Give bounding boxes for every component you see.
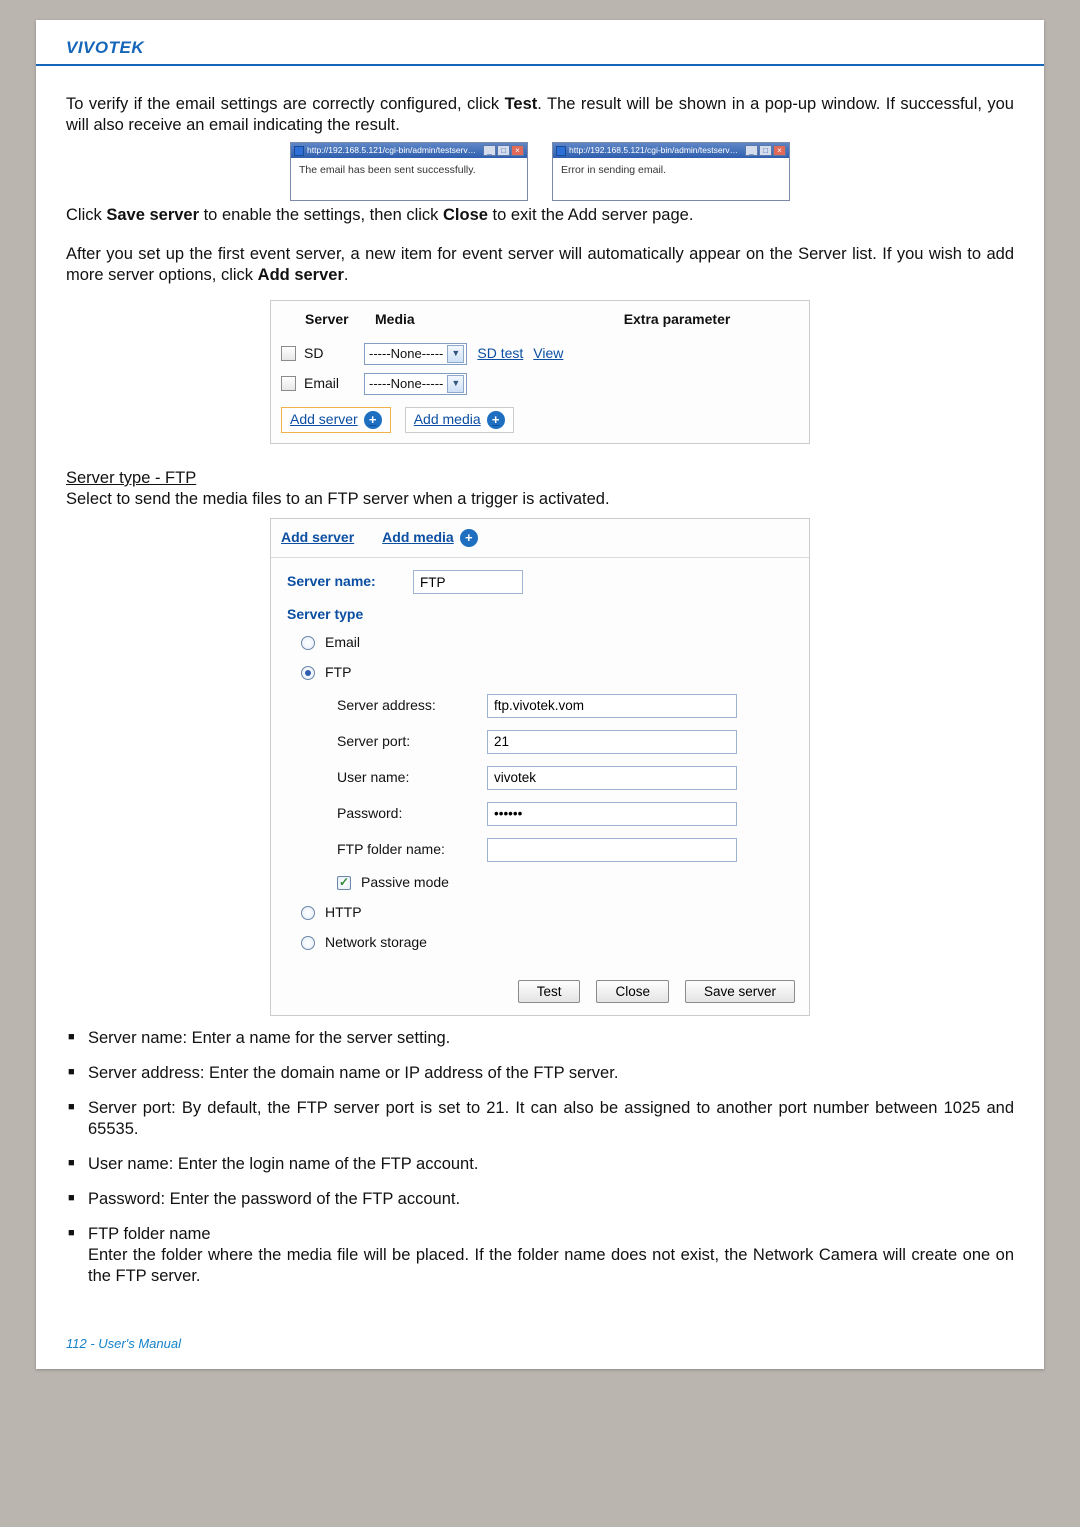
plus-icon: + — [487, 411, 505, 429]
server-name-input[interactable] — [413, 570, 523, 594]
table-header: Server Media Extra parameter — [271, 301, 809, 339]
window-buttons: _ □ × — [483, 145, 524, 156]
plus-icon: + — [460, 529, 478, 547]
sd-test-link[interactable]: SD test — [477, 345, 523, 363]
option-network-storage[interactable]: Network storage — [301, 934, 793, 952]
close-icon[interactable]: × — [773, 145, 786, 156]
add-media-button[interactable]: Add media + — [405, 407, 514, 433]
popup-titlebar: http://192.168.5.121/cgi-bin/admin/tests… — [553, 143, 789, 158]
page-header: VIVOTEK — [36, 20, 1044, 66]
window-buttons: _ □ × — [745, 145, 786, 156]
intro-paragraph: To verify if the email settings are corr… — [66, 94, 1014, 136]
col-media: Media — [375, 311, 555, 329]
ie-icon — [294, 146, 304, 156]
save-server-button[interactable]: Save server — [685, 980, 795, 1003]
server-type-label: Server type — [287, 606, 793, 624]
radio-icon — [301, 936, 315, 950]
option-ftp[interactable]: FTP — [301, 664, 793, 682]
document-page: VIVOTEK To verify if the email settings … — [36, 20, 1044, 1369]
brand-logo: VIVOTEK — [66, 38, 144, 57]
passive-mode-checkbox[interactable] — [337, 876, 351, 890]
test-keyword: Test — [505, 95, 538, 113]
server-port-label: Server port: — [287, 733, 487, 751]
minimize-icon[interactable]: _ — [745, 145, 758, 156]
maximize-icon[interactable]: □ — [497, 145, 510, 156]
list-item: Password: Enter the password of the FTP … — [66, 1189, 1014, 1210]
sd-checkbox[interactable] — [281, 346, 296, 361]
maximize-icon[interactable]: □ — [759, 145, 772, 156]
table-row: Email -----None----- ▼ — [271, 369, 809, 399]
view-link[interactable]: View — [533, 345, 563, 363]
user-name-input[interactable] — [487, 766, 737, 790]
popup-success: http://192.168.5.121/cgi-bin/admin/tests… — [290, 142, 528, 200]
password-input[interactable] — [487, 802, 737, 826]
col-server: Server — [305, 311, 375, 329]
server-list-figure: Server Media Extra parameter SD -----Non… — [270, 300, 810, 444]
server-port-input[interactable] — [487, 730, 737, 754]
ftp-config-figure: Add server Add media + Server name: Serv… — [270, 518, 810, 1015]
chevron-down-icon: ▼ — [447, 345, 464, 363]
page-content: To verify if the email settings are corr… — [36, 66, 1044, 1308]
ftp-field-descriptions: Server name: Enter a name for the server… — [66, 1028, 1014, 1288]
list-item: Server port: By default, the FTP server … — [66, 1098, 1014, 1140]
password-label: Password: — [287, 805, 487, 823]
radio-icon — [301, 906, 315, 920]
close-button[interactable]: Close — [596, 980, 669, 1003]
popup-url: http://192.168.5.121/cgi-bin/admin/tests… — [569, 145, 742, 156]
ftp-tabs: Add server Add media + — [271, 519, 809, 558]
row-label: SD — [304, 345, 364, 363]
minimize-icon[interactable]: _ — [483, 145, 496, 156]
radio-icon — [301, 666, 315, 680]
add-server-tab[interactable]: Add server — [281, 529, 354, 547]
server-address-input[interactable] — [487, 694, 737, 718]
option-email[interactable]: Email — [301, 634, 793, 652]
list-item: User name: Enter the login name of the F… — [66, 1154, 1014, 1175]
save-close-paragraph: Click Save server to enable the settings… — [66, 205, 1014, 226]
row-label: Email — [304, 375, 364, 393]
radio-icon — [301, 636, 315, 650]
passive-mode-label: Passive mode — [361, 874, 449, 892]
ftp-folder-label: FTP folder name: — [287, 841, 487, 859]
table-row: SD -----None----- ▼ SD test View — [271, 339, 809, 369]
email-checkbox[interactable] — [281, 376, 296, 391]
option-http[interactable]: HTTP — [301, 904, 793, 922]
list-item: Server address: Enter the domain name or… — [66, 1063, 1014, 1084]
test-button[interactable]: Test — [518, 980, 581, 1003]
server-name-label: Server name: — [287, 573, 413, 591]
ftp-description: Select to send the media files to an FTP… — [66, 489, 1014, 510]
col-extra: Extra parameter — [555, 311, 799, 329]
user-name-label: User name: — [287, 769, 487, 787]
add-media-tab[interactable]: Add media — [382, 529, 454, 547]
server-list-paragraph: After you set up the first event server,… — [66, 244, 1014, 286]
list-item: FTP folder name Enter the folder where t… — [66, 1224, 1014, 1287]
popup-examples: http://192.168.5.121/cgi-bin/admin/tests… — [66, 142, 1014, 200]
list-item: Server name: Enter a name for the server… — [66, 1028, 1014, 1049]
ftp-section-heading: Server type - FTP — [66, 468, 1014, 489]
ftp-folder-input[interactable] — [487, 838, 737, 862]
page-footer: 112 - User's Manual — [36, 1308, 1044, 1351]
ie-icon — [556, 146, 566, 156]
ftp-form: Server name: Server type Email FTP Serve… — [271, 558, 809, 975]
popup-body: Error in sending email. — [553, 158, 789, 199]
ftp-button-row: Test Close Save server — [271, 976, 809, 1015]
popup-titlebar: http://192.168.5.121/cgi-bin/admin/tests… — [291, 143, 527, 158]
add-server-button[interactable]: Add server + — [281, 407, 391, 433]
popup-url: http://192.168.5.121/cgi-bin/admin/tests… — [307, 145, 480, 156]
plus-icon: + — [364, 411, 382, 429]
server-address-label: Server address: — [287, 697, 487, 715]
media-select-email[interactable]: -----None----- ▼ — [364, 373, 467, 395]
popup-body: The email has been sent successfully. — [291, 158, 527, 199]
popup-error: http://192.168.5.121/cgi-bin/admin/tests… — [552, 142, 790, 200]
media-select-sd[interactable]: -----None----- ▼ — [364, 343, 467, 365]
close-icon[interactable]: × — [511, 145, 524, 156]
button-row: Add server + Add media + — [271, 399, 809, 433]
chevron-down-icon: ▼ — [447, 375, 464, 393]
